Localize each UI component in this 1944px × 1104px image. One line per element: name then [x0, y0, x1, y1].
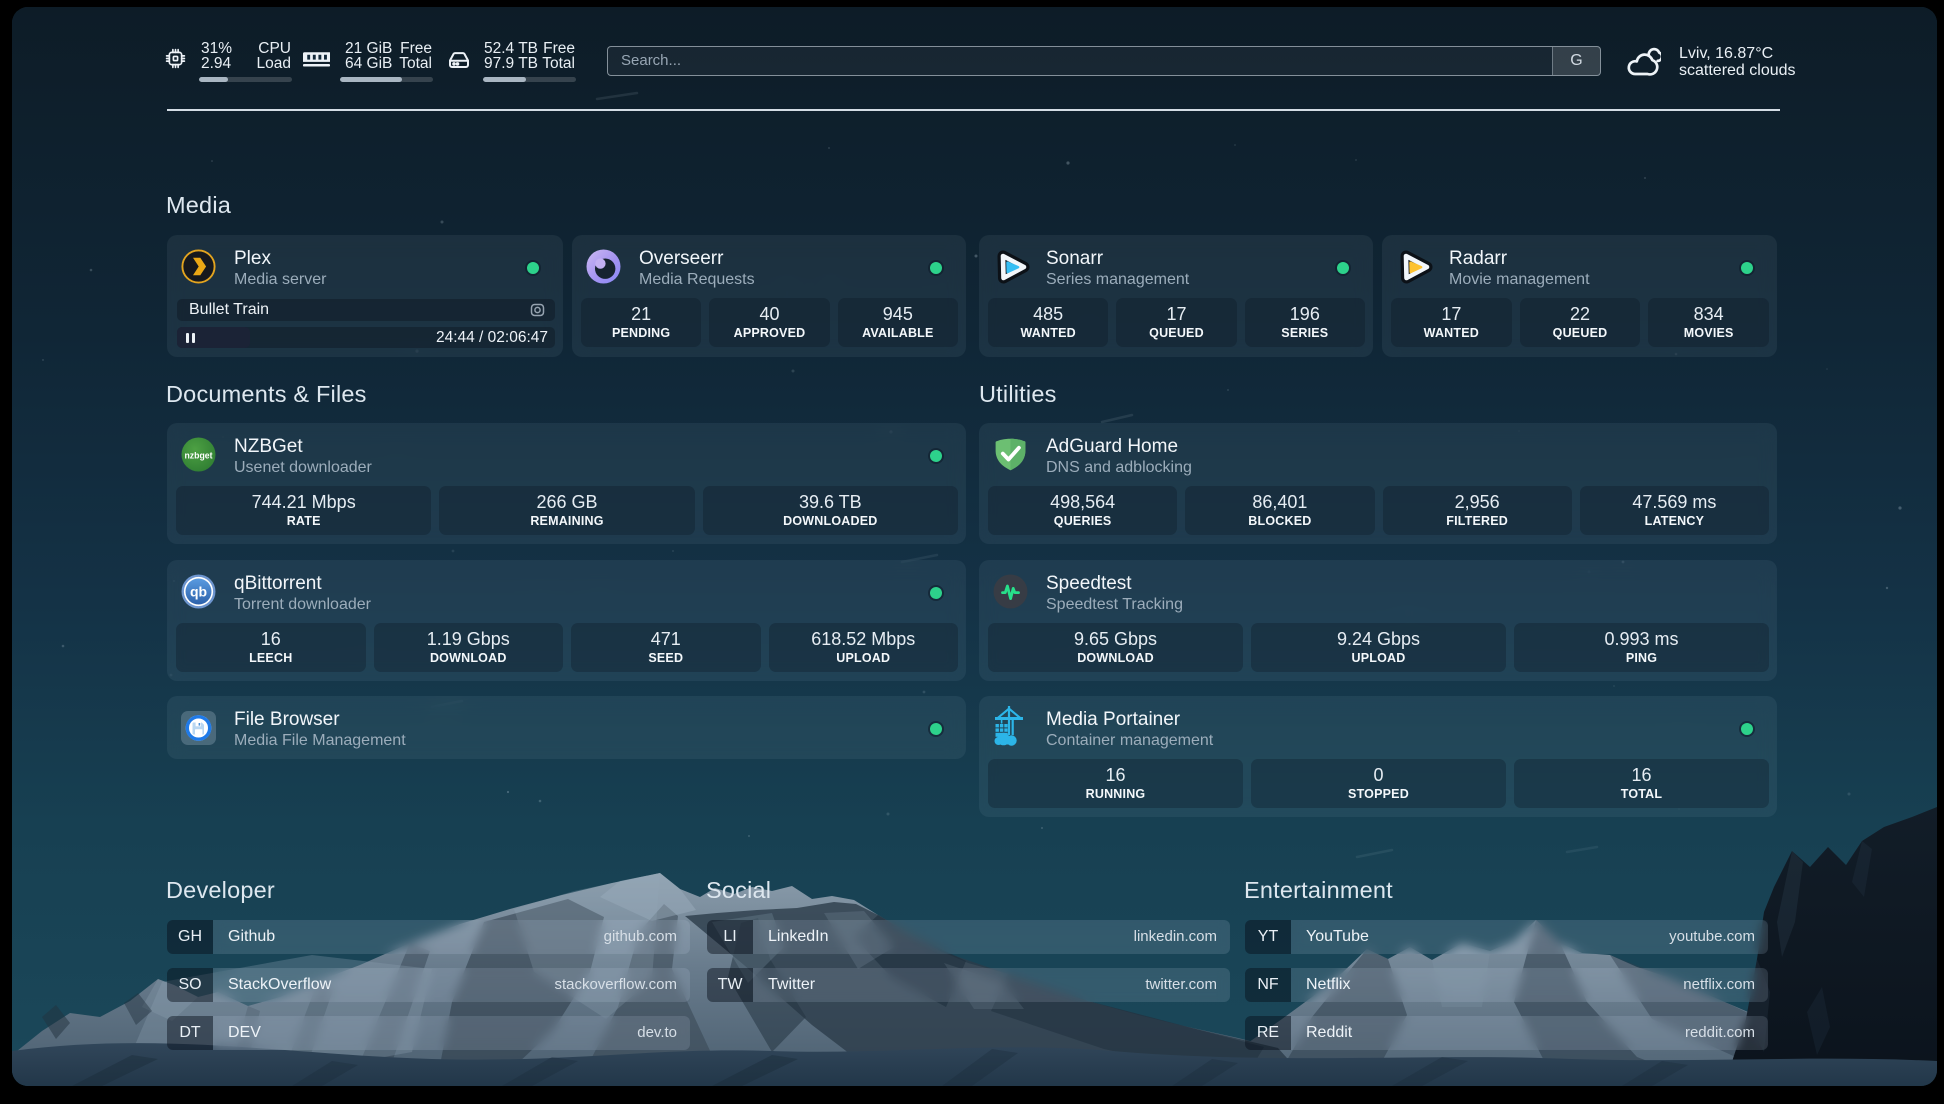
svg-text:nzbget: nzbget: [185, 450, 214, 461]
svg-text:qb: qb: [190, 584, 207, 600]
